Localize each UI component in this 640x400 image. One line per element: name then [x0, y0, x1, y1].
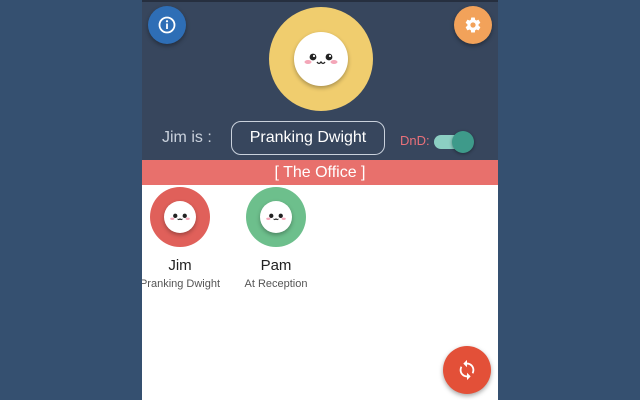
status-label: Jim is :: [162, 129, 212, 146]
dnd-label: DnD:: [400, 133, 430, 148]
user-avatar[interactable]: [269, 7, 373, 111]
info-button[interactable]: [148, 6, 186, 44]
group-name-bar[interactable]: [ The Office ]: [142, 160, 498, 185]
member-status: At Reception: [244, 278, 308, 290]
member-name: Pam: [260, 257, 292, 274]
member-card[interactable]: Jim Pranking Dwight: [142, 187, 225, 290]
member-status: Pranking Dwight: [142, 278, 221, 290]
top-divider: [142, 0, 498, 2]
app-panel: Jim is : Pranking Dwight DnD: [ The Offi…: [142, 0, 498, 400]
group-name: [ The Office ]: [274, 163, 366, 181]
member-avatar: [246, 187, 306, 247]
kawaii-face-icon: [260, 201, 292, 233]
settings-button[interactable]: [454, 6, 492, 44]
refresh-icon: [456, 359, 478, 381]
info-icon: [158, 16, 176, 34]
profile-header: Jim is : Pranking Dwight DnD:: [142, 0, 498, 160]
kawaii-face-icon: [294, 32, 348, 86]
kawaii-face-icon: [164, 201, 196, 233]
dnd-toggle[interactable]: [432, 131, 476, 153]
gear-icon: [464, 16, 482, 34]
member-card[interactable]: Pam At Reception: [231, 187, 321, 290]
member-avatar: [150, 187, 210, 247]
refresh-button[interactable]: [443, 346, 491, 394]
member-name: Jim: [168, 257, 192, 274]
dnd-toggle-thumb: [452, 131, 474, 153]
status-input[interactable]: Pranking Dwight: [231, 121, 385, 155]
